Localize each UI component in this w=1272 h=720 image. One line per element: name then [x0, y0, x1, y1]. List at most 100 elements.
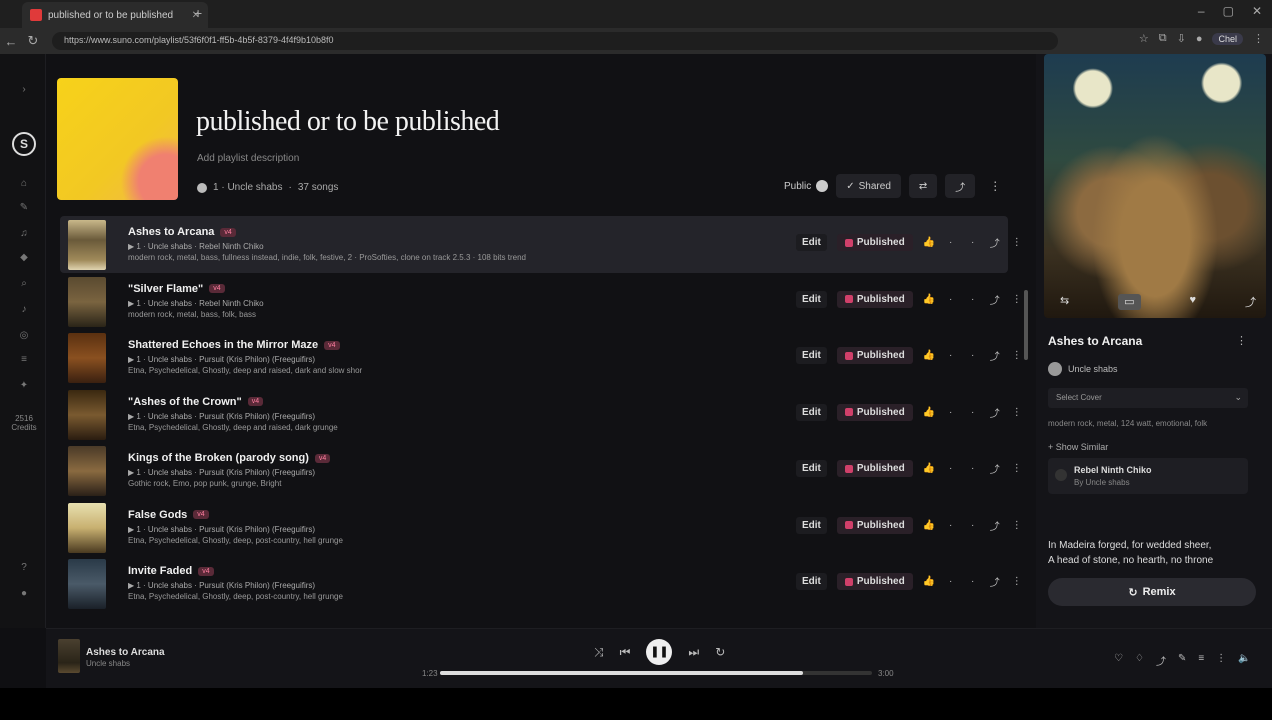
edit-button[interactable]: Edit [796, 460, 827, 477]
like-icon[interactable]: 👍 [923, 350, 935, 361]
notifications-icon[interactable]: ♪ [18, 304, 30, 316]
edit-button[interactable]: Edit [796, 403, 827, 421]
maximize-icon[interactable]: ▢ [1223, 4, 1234, 18]
hooks-icon[interactable]: ◎ [18, 330, 30, 342]
published-button[interactable]: Published [836, 234, 913, 251]
volume-icon[interactable]: 🔈 [1238, 653, 1250, 668]
shuffle-icon[interactable]: ⤨ [594, 645, 604, 660]
dislike-icon[interactable]: · [945, 463, 957, 474]
published-button[interactable]: Published [836, 516, 913, 534]
reload-icon[interactable]: ↻ [22, 33, 44, 49]
radio-icon[interactable]: ≡ [18, 354, 30, 366]
share-icon[interactable]: ⤴ [1245, 294, 1256, 310]
edit-button[interactable]: Edit [796, 516, 827, 534]
edit-button[interactable]: Edit [796, 347, 827, 364]
more-dot-icon[interactable]: · [967, 407, 979, 418]
track-thumbnail[interactable] [68, 559, 106, 609]
playlist-owner[interactable]: 1 · Uncle shabs [213, 182, 282, 193]
library-icon[interactable]: ♫ [18, 228, 30, 240]
track-title[interactable]: False Gods v4 [128, 509, 209, 521]
share-icon[interactable]: ⤴ [989, 405, 1001, 420]
share-icon[interactable]: ⤴ [989, 461, 1001, 476]
queue-icon[interactable]: ≡ [1198, 653, 1204, 668]
detail-artist[interactable]: Uncle shabs [1048, 362, 1118, 376]
track-more-icon[interactable]: ⋮ [1011, 294, 1023, 305]
dislike-icon[interactable]: · [945, 294, 957, 305]
like-icon[interactable]: 👍 [923, 407, 935, 418]
dislike-icon[interactable]: · [945, 407, 957, 418]
video-icon[interactable]: ▭ [1118, 294, 1141, 310]
downloads-icon[interactable]: ⇩ [1177, 32, 1186, 45]
share-icon[interactable]: ⤴ [989, 518, 1001, 533]
track-more-icon[interactable]: ⋮ [1011, 576, 1023, 587]
track-more-icon[interactable]: ⋮ [1011, 520, 1023, 531]
progress-bar[interactable] [440, 671, 872, 675]
search-icon[interactable]: ⌕ [18, 278, 30, 290]
url-field[interactable]: https://www.suno.com/playlist/53f6f0f1-f… [52, 32, 1058, 50]
collapse-icon[interactable]: › [18, 84, 30, 96]
track-thumbnail[interactable] [68, 220, 106, 270]
player-artist[interactable]: Uncle shabs [86, 659, 130, 668]
track-title[interactable]: "Ashes of the Crown" v4 [128, 396, 264, 408]
like-icon[interactable]: 👍 [923, 463, 935, 474]
track-thumbnail[interactable] [68, 333, 106, 383]
pause-button[interactable]: ❚❚ [646, 639, 673, 665]
browser-menu-icon[interactable]: ⋮ [1253, 32, 1264, 45]
track-row[interactable]: Shattered Echoes in the Mirror Maze v4 ▶… [60, 329, 1022, 386]
edit-button[interactable]: Edit [796, 234, 827, 251]
player-song-title[interactable]: Ashes to Arcana [86, 647, 165, 658]
remix-icon[interactable]: ⇆ [1060, 294, 1069, 310]
track-more-icon[interactable]: ⋮ [1011, 407, 1023, 418]
similar-card[interactable]: Rebel Ninth Chiko By Uncle shabs [1048, 458, 1248, 494]
more-dot-icon[interactable]: · [967, 576, 979, 587]
share-icon[interactable]: ⤴ [989, 235, 1001, 250]
track-thumbnail[interactable] [68, 276, 106, 327]
share-icon[interactable]: ⤴ [989, 574, 1001, 589]
dislike-icon[interactable]: · [945, 576, 957, 587]
more-dot-icon[interactable]: · [967, 463, 979, 474]
playlist-title[interactable]: published or to be published [196, 106, 500, 138]
track-row[interactable]: Invite Faded v4 ▶ 1 · Uncle shabs · Purs… [60, 555, 1022, 612]
published-button[interactable]: Published [836, 460, 913, 477]
remix-button[interactable]: ↻ Remix [1048, 578, 1256, 606]
track-title[interactable]: "Silver Flame" v4 [128, 283, 225, 295]
track-more-icon[interactable]: ⋮ [1011, 237, 1023, 248]
playlist-cover[interactable] [57, 78, 178, 200]
show-similar-button[interactable]: + Show Similar [1048, 442, 1108, 452]
track-row[interactable]: "Ashes of the Crown" v4 ▶ 1 · Uncle shab… [60, 386, 1022, 443]
edit-button[interactable]: Edit [796, 573, 827, 590]
track-row[interactable]: Kings of the Broken (parody song) v4 ▶ 1… [60, 442, 1022, 499]
like-icon[interactable]: ♡ [1114, 653, 1123, 668]
playlist-description[interactable]: Add playlist description [197, 153, 299, 164]
more-dot-icon[interactable]: · [967, 294, 979, 305]
track-thumbnail[interactable] [68, 502, 106, 553]
track-thumbnail[interactable] [68, 389, 106, 440]
dislike-icon[interactable]: · [945, 520, 957, 531]
detail-more-icon[interactable]: ⋮ [1236, 334, 1247, 347]
scrollbar-thumb[interactable] [1024, 290, 1028, 360]
share-icon[interactable]: ⤴ [1156, 653, 1166, 668]
player-thumbnail[interactable] [58, 639, 80, 673]
dislike-icon[interactable]: ♢ [1135, 653, 1144, 668]
dislike-icon[interactable]: · [945, 350, 957, 361]
previous-icon[interactable]: ⏮ [620, 645, 631, 660]
shuffle-button[interactable]: ⇄ [908, 174, 938, 198]
create-icon[interactable]: ✎ [18, 202, 30, 214]
like-icon[interactable]: ♥ [1190, 294, 1197, 310]
track-title[interactable]: Invite Faded v4 [128, 565, 214, 577]
back-icon[interactable]: ← [0, 34, 22, 49]
minimize-icon[interactable]: – [1198, 4, 1205, 18]
home-icon[interactable]: ⌂ [18, 178, 30, 190]
dislike-icon[interactable]: · [945, 237, 957, 248]
track-title[interactable]: Shattered Echoes in the Mirror Maze v4 [128, 339, 340, 351]
more-dot-icon[interactable]: · [967, 237, 979, 248]
profile-icon[interactable]: ● [1196, 33, 1203, 45]
track-row[interactable]: Ashes to Arcana v4 ▶ 1 · Uncle shabs · R… [60, 216, 1022, 273]
share-icon[interactable]: ⤴ [989, 348, 1001, 363]
public-toggle[interactable]: Public [784, 180, 829, 192]
lyrics-icon[interactable]: ✎ [1178, 653, 1186, 668]
help-icon[interactable]: ? [18, 562, 30, 574]
more-dot-icon[interactable]: · [967, 350, 979, 361]
like-icon[interactable]: 👍 [923, 576, 935, 587]
track-title[interactable]: Ashes to Arcana v4 [128, 226, 236, 238]
